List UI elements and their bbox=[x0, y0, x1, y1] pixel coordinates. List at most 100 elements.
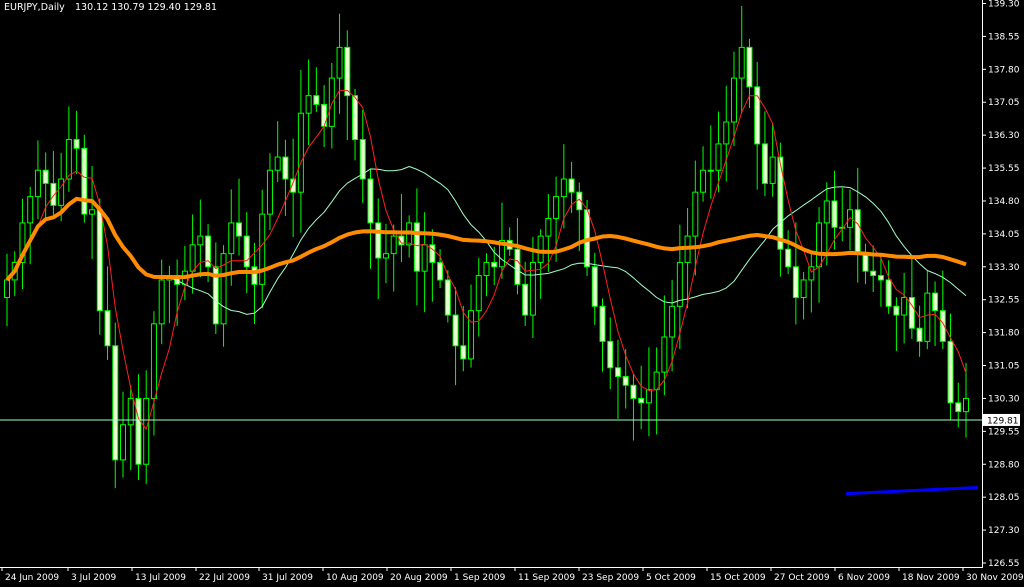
candle-body bbox=[932, 292, 939, 312]
time-tick-label: 11 Sep 2009 bbox=[518, 573, 575, 583]
candle-body bbox=[823, 200, 830, 224]
candle-body bbox=[607, 340, 614, 369]
candle-body bbox=[274, 156, 281, 171]
candle-body bbox=[963, 397, 969, 413]
candle-body bbox=[816, 222, 823, 268]
price-tag-label: 129.81 bbox=[987, 416, 1019, 426]
candle-body bbox=[908, 297, 915, 329]
candle-body bbox=[877, 275, 884, 281]
candle-body bbox=[792, 266, 799, 299]
candle-body bbox=[522, 283, 529, 316]
price-tick-label: 137.05 bbox=[988, 98, 1020, 108]
time-tick-label: 3 Jul 2009 bbox=[71, 573, 116, 583]
time-tick-label: 13 Jul 2009 bbox=[135, 573, 186, 583]
candle-body bbox=[560, 178, 567, 198]
candle-body bbox=[630, 384, 637, 399]
candle-body bbox=[785, 248, 792, 268]
candle-body bbox=[591, 266, 598, 307]
candle-body bbox=[197, 235, 204, 246]
candle-body bbox=[96, 209, 103, 312]
candle-body bbox=[321, 103, 328, 127]
candle-body bbox=[390, 235, 397, 255]
price-tick-label: 128.80 bbox=[988, 460, 1020, 470]
candle-body bbox=[4, 279, 10, 299]
price-tick-label: 129.55 bbox=[988, 427, 1020, 437]
candle-body bbox=[491, 261, 498, 268]
time-tick-label: 23 Sep 2009 bbox=[582, 573, 639, 583]
candle-body bbox=[382, 253, 389, 259]
candle-body bbox=[328, 77, 335, 127]
candle-body bbox=[297, 112, 304, 193]
candle-body bbox=[746, 46, 753, 88]
candle-body bbox=[336, 46, 343, 79]
candle-body bbox=[282, 156, 289, 180]
candle-body bbox=[700, 169, 707, 193]
candle-body bbox=[421, 244, 428, 272]
candle-body bbox=[645, 389, 652, 404]
candle-body bbox=[553, 196, 560, 220]
price-chart: 139.30 138.55 137.80 137.05 136.30 135.55 134.… bbox=[0, 0, 1024, 587]
candle-body bbox=[916, 327, 923, 342]
candle-body bbox=[89, 209, 96, 215]
candle-body bbox=[266, 169, 273, 215]
candle-body bbox=[143, 397, 150, 465]
candle-body bbox=[947, 340, 954, 404]
candle-body bbox=[483, 261, 490, 277]
candle-body bbox=[228, 222, 235, 255]
time-tick-label: 27 Oct 2009 bbox=[774, 573, 830, 583]
candle-body bbox=[189, 244, 196, 272]
candle-body bbox=[120, 424, 127, 461]
candle-body bbox=[870, 270, 877, 277]
price-tick-label: 132.55 bbox=[988, 296, 1020, 306]
candle-body bbox=[800, 279, 807, 299]
candle-body bbox=[545, 218, 552, 237]
candle-body bbox=[375, 222, 382, 259]
candle-body bbox=[854, 209, 861, 255]
candle-body bbox=[437, 261, 444, 281]
current-price-tag: 129.81 bbox=[983, 413, 1020, 426]
candle-body bbox=[452, 314, 459, 347]
time-tick-label: 24 Jun 2009 bbox=[5, 573, 59, 583]
candle-body bbox=[738, 46, 745, 79]
time-tick-label: 15 Oct 2009 bbox=[710, 573, 766, 583]
price-tick-label: 137.80 bbox=[988, 65, 1020, 75]
candle-body bbox=[413, 222, 420, 272]
candle-body bbox=[236, 222, 243, 237]
candle-body bbox=[730, 77, 737, 123]
candle-body bbox=[243, 235, 250, 268]
candle-body bbox=[669, 305, 676, 338]
candle-body bbox=[537, 235, 544, 263]
candle-body bbox=[955, 402, 962, 413]
candle-body bbox=[885, 279, 892, 307]
candle-body bbox=[924, 292, 931, 342]
price-tick-label: 126.55 bbox=[988, 559, 1020, 569]
candle-body bbox=[839, 226, 846, 229]
candle-body bbox=[893, 305, 900, 316]
candle-body bbox=[862, 253, 869, 272]
candle-body bbox=[112, 345, 119, 461]
symbol-label: EURJPY,Daily bbox=[4, 2, 65, 13]
candle-body bbox=[715, 143, 722, 171]
price-tick-label: 139.30 bbox=[988, 0, 1020, 10]
time-tick-label: 6 Nov 2009 bbox=[838, 573, 890, 583]
candle-body bbox=[460, 345, 467, 360]
price-tick-label: 131.05 bbox=[988, 362, 1020, 372]
candle-body bbox=[259, 213, 266, 285]
candle-body bbox=[104, 310, 111, 347]
candle-body bbox=[251, 266, 258, 285]
candle-body bbox=[468, 310, 475, 360]
candle-body bbox=[444, 279, 451, 316]
ohlc-readout: 130.12 130.79 129.40 129.81 bbox=[75, 2, 217, 13]
candle-body bbox=[27, 196, 34, 224]
time-tick-label: 10 Aug 2009 bbox=[326, 573, 384, 583]
candle-body bbox=[723, 121, 730, 145]
price-tick-label: 130.30 bbox=[988, 394, 1020, 404]
candle-body bbox=[344, 46, 351, 97]
price-tick-label: 134.80 bbox=[988, 197, 1020, 207]
candle-body bbox=[73, 139, 80, 149]
price-tick-label: 135.55 bbox=[988, 164, 1020, 174]
candle-body bbox=[42, 169, 49, 184]
candle-body bbox=[808, 266, 815, 281]
candle-body bbox=[81, 147, 88, 215]
time-tick-label: 18 Nov 2009 bbox=[902, 573, 960, 583]
